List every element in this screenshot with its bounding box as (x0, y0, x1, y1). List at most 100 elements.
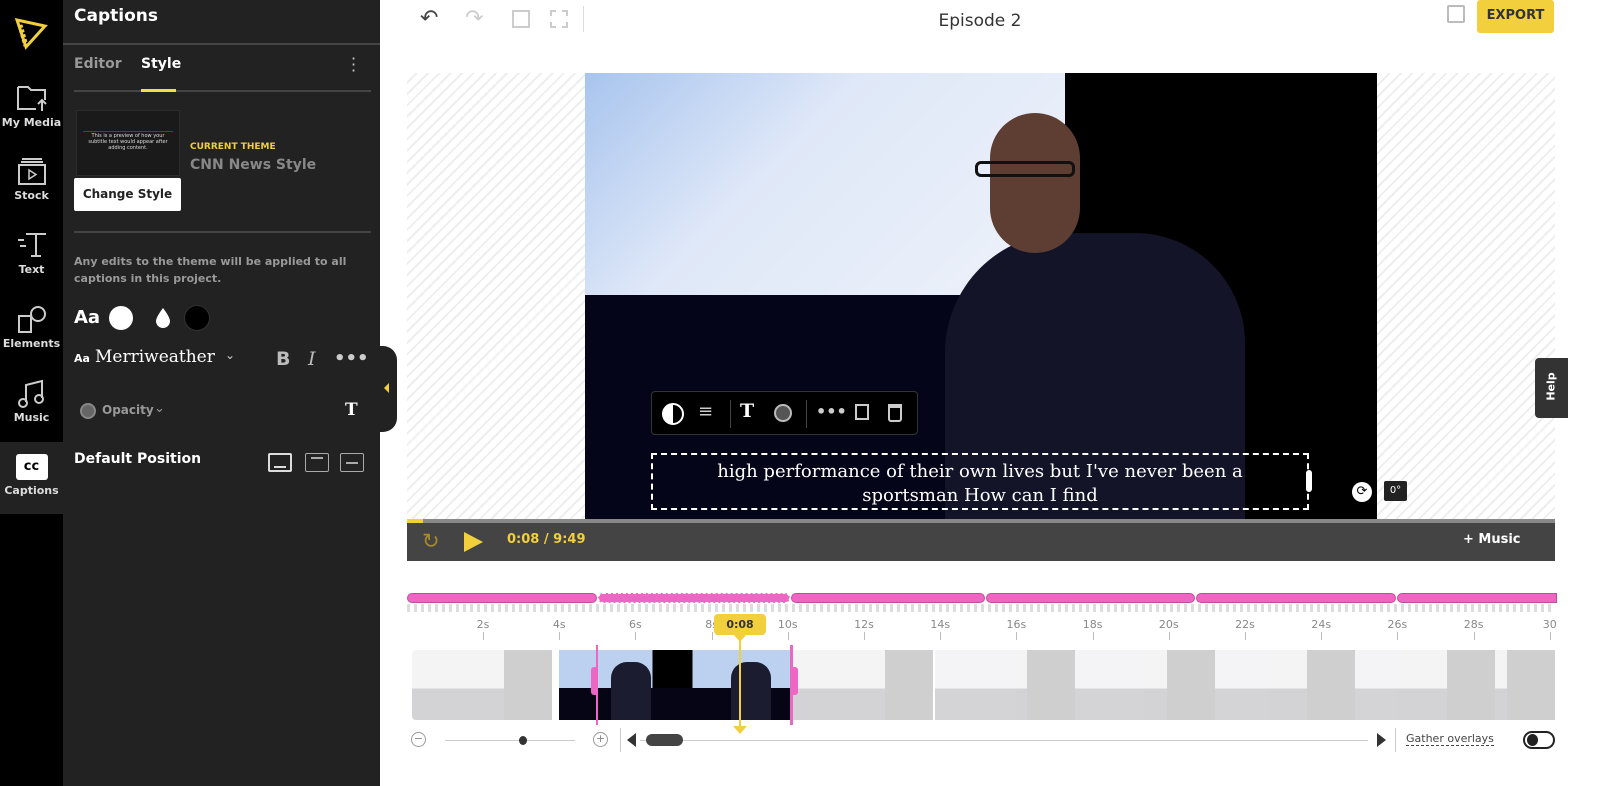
font-prefix: Aa (74, 352, 90, 365)
more-options-icon[interactable]: ••• (334, 348, 369, 369)
duplicate-icon[interactable] (855, 404, 869, 420)
progress-track[interactable] (407, 519, 1555, 523)
caption-line: high performance of their own lives but … (717, 461, 1243, 482)
replay-icon[interactable]: ↻ (422, 529, 440, 553)
project-title[interactable]: Episode 2 (880, 11, 1080, 31)
time-tick-label: 24s (1311, 618, 1332, 631)
play-icon[interactable] (464, 532, 483, 552)
default-position-label: Default Position (74, 451, 202, 467)
collapse-panel-handle[interactable] (378, 346, 397, 432)
caption-line: sportsman How can I find (862, 485, 1098, 506)
time-tick-label: 26s (1387, 618, 1408, 631)
panel-title: Captions (74, 6, 158, 26)
caption-segment[interactable] (407, 593, 597, 603)
text-style-icon[interactable]: T (740, 400, 754, 422)
rail-item-text[interactable]: Text (0, 222, 63, 294)
player-bar: ↻ 0:08 / 9:49 + Music (407, 519, 1555, 561)
bold-button[interactable]: B (276, 348, 290, 370)
position-top-button[interactable] (305, 453, 329, 472)
position-bottom-button[interactable] (268, 453, 292, 472)
add-music-button[interactable]: + Music (1463, 532, 1521, 547)
time-tick-label: 22s (1235, 618, 1255, 631)
time-tick (1245, 632, 1246, 640)
rail-item-captions[interactable]: cc Captions (0, 442, 63, 514)
trash-icon[interactable] (888, 404, 902, 422)
time-tick-label: 18s (1082, 618, 1103, 631)
captions-panel: Captions Editor Style · · · This is a prev… (63, 0, 380, 786)
contrast-icon[interactable] (662, 403, 684, 425)
time-tick-label: 16s (1006, 618, 1027, 631)
time-tick-label: 20s (1158, 618, 1179, 631)
video-preview[interactable]: ≡ T ••• high performance of their own li… (585, 73, 1377, 519)
clip-trim-start[interactable] (591, 645, 598, 725)
caption-segment[interactable] (791, 593, 985, 603)
text-color-swatch[interactable] (109, 306, 133, 330)
duration: 9:49 (553, 532, 586, 547)
opacity-icon (80, 403, 96, 419)
time-tick-label: 14s (930, 618, 951, 631)
time-tick (787, 632, 789, 640)
rail-item-stock[interactable]: Stock (0, 148, 63, 220)
video-thumbnail (1495, 650, 1555, 720)
text-style-icon[interactable]: T (345, 400, 358, 420)
rail-item-my-media[interactable]: My Media (0, 75, 63, 147)
cc-icon: cc (15, 454, 48, 480)
playhead-line[interactable] (739, 640, 741, 730)
send-backward-icon[interactable] (550, 10, 568, 28)
caption-segment[interactable] (1196, 593, 1396, 603)
time-tick (1016, 632, 1018, 640)
caption-toolbar: ≡ T ••• (651, 391, 918, 435)
gather-overlays-toggle[interactable] (1523, 731, 1555, 749)
timeline-scrollbar[interactable] (640, 740, 1368, 741)
time-tick (1549, 632, 1551, 640)
caption-segment[interactable] (1397, 593, 1557, 603)
scrollbar-thumb[interactable] (646, 734, 683, 746)
rotate-icon[interactable]: ⟳ (1352, 482, 1372, 502)
rail-item-music[interactable]: Music (0, 370, 63, 442)
change-style-button[interactable]: Change Style (74, 178, 181, 211)
more-menu-icon[interactable]: · · · (351, 51, 356, 79)
more-options-icon[interactable]: ••• (816, 402, 847, 421)
help-label: Help (1544, 372, 1558, 401)
save-icon[interactable] (1447, 5, 1465, 23)
caption-segment-selected[interactable] (598, 593, 790, 603)
undo-icon[interactable]: ↶ (420, 6, 438, 31)
current-theme-label: CURRENT THEME (190, 142, 276, 152)
help-tab[interactable]: Help (1535, 358, 1568, 418)
theme-notice: Any edits to the theme will be applied t… (74, 255, 347, 285)
clip-trim-end[interactable] (790, 645, 798, 725)
zoom-in-icon[interactable]: + (593, 732, 608, 747)
caption-text-box[interactable]: high performance of their own lives but … (651, 453, 1312, 510)
caption-segment[interactable] (986, 593, 1195, 603)
time-tick-label: 12s (854, 618, 874, 631)
rail-item-elements[interactable]: Elements (0, 296, 63, 368)
zoom-out-icon[interactable]: − (411, 732, 426, 747)
playhead-label[interactable]: 0:08 (714, 614, 766, 635)
video-thumbnail (935, 650, 1075, 720)
opacity-dropdown[interactable]: Opacity (102, 403, 154, 417)
opacity-icon[interactable] (774, 404, 792, 422)
font-select[interactable]: Merriweather (95, 347, 215, 367)
chevron-down-icon[interactable]: ⌄ (154, 401, 165, 416)
scroll-right-icon[interactable] (1377, 733, 1386, 747)
redo-icon[interactable]: ↷ (465, 6, 483, 31)
align-icon[interactable]: ≡ (698, 401, 713, 422)
time-separator: / (543, 532, 549, 547)
scroll-left-icon[interactable] (627, 733, 636, 747)
resize-handle[interactable] (1306, 470, 1312, 492)
chevron-down-icon[interactable]: ⌄ (225, 348, 235, 362)
time-tick (635, 632, 637, 640)
rail-label: Elements (2, 337, 61, 350)
tab-style[interactable]: Style (141, 56, 181, 72)
bring-forward-icon[interactable] (512, 10, 530, 28)
video-thumbnail (1215, 650, 1355, 720)
zoom-slider[interactable] (445, 736, 575, 745)
tab-editor[interactable]: Editor (74, 56, 122, 72)
italic-button[interactable]: I (308, 348, 316, 370)
rail-label: Text (18, 263, 45, 276)
rail-label: Music (13, 411, 50, 424)
export-button[interactable]: EXPORT (1477, 0, 1554, 33)
background-color-swatch[interactable] (184, 305, 210, 331)
position-middle-button[interactable] (340, 453, 364, 472)
left-rail: My Media Stock Text Elements Music cc Ca… (0, 0, 63, 786)
